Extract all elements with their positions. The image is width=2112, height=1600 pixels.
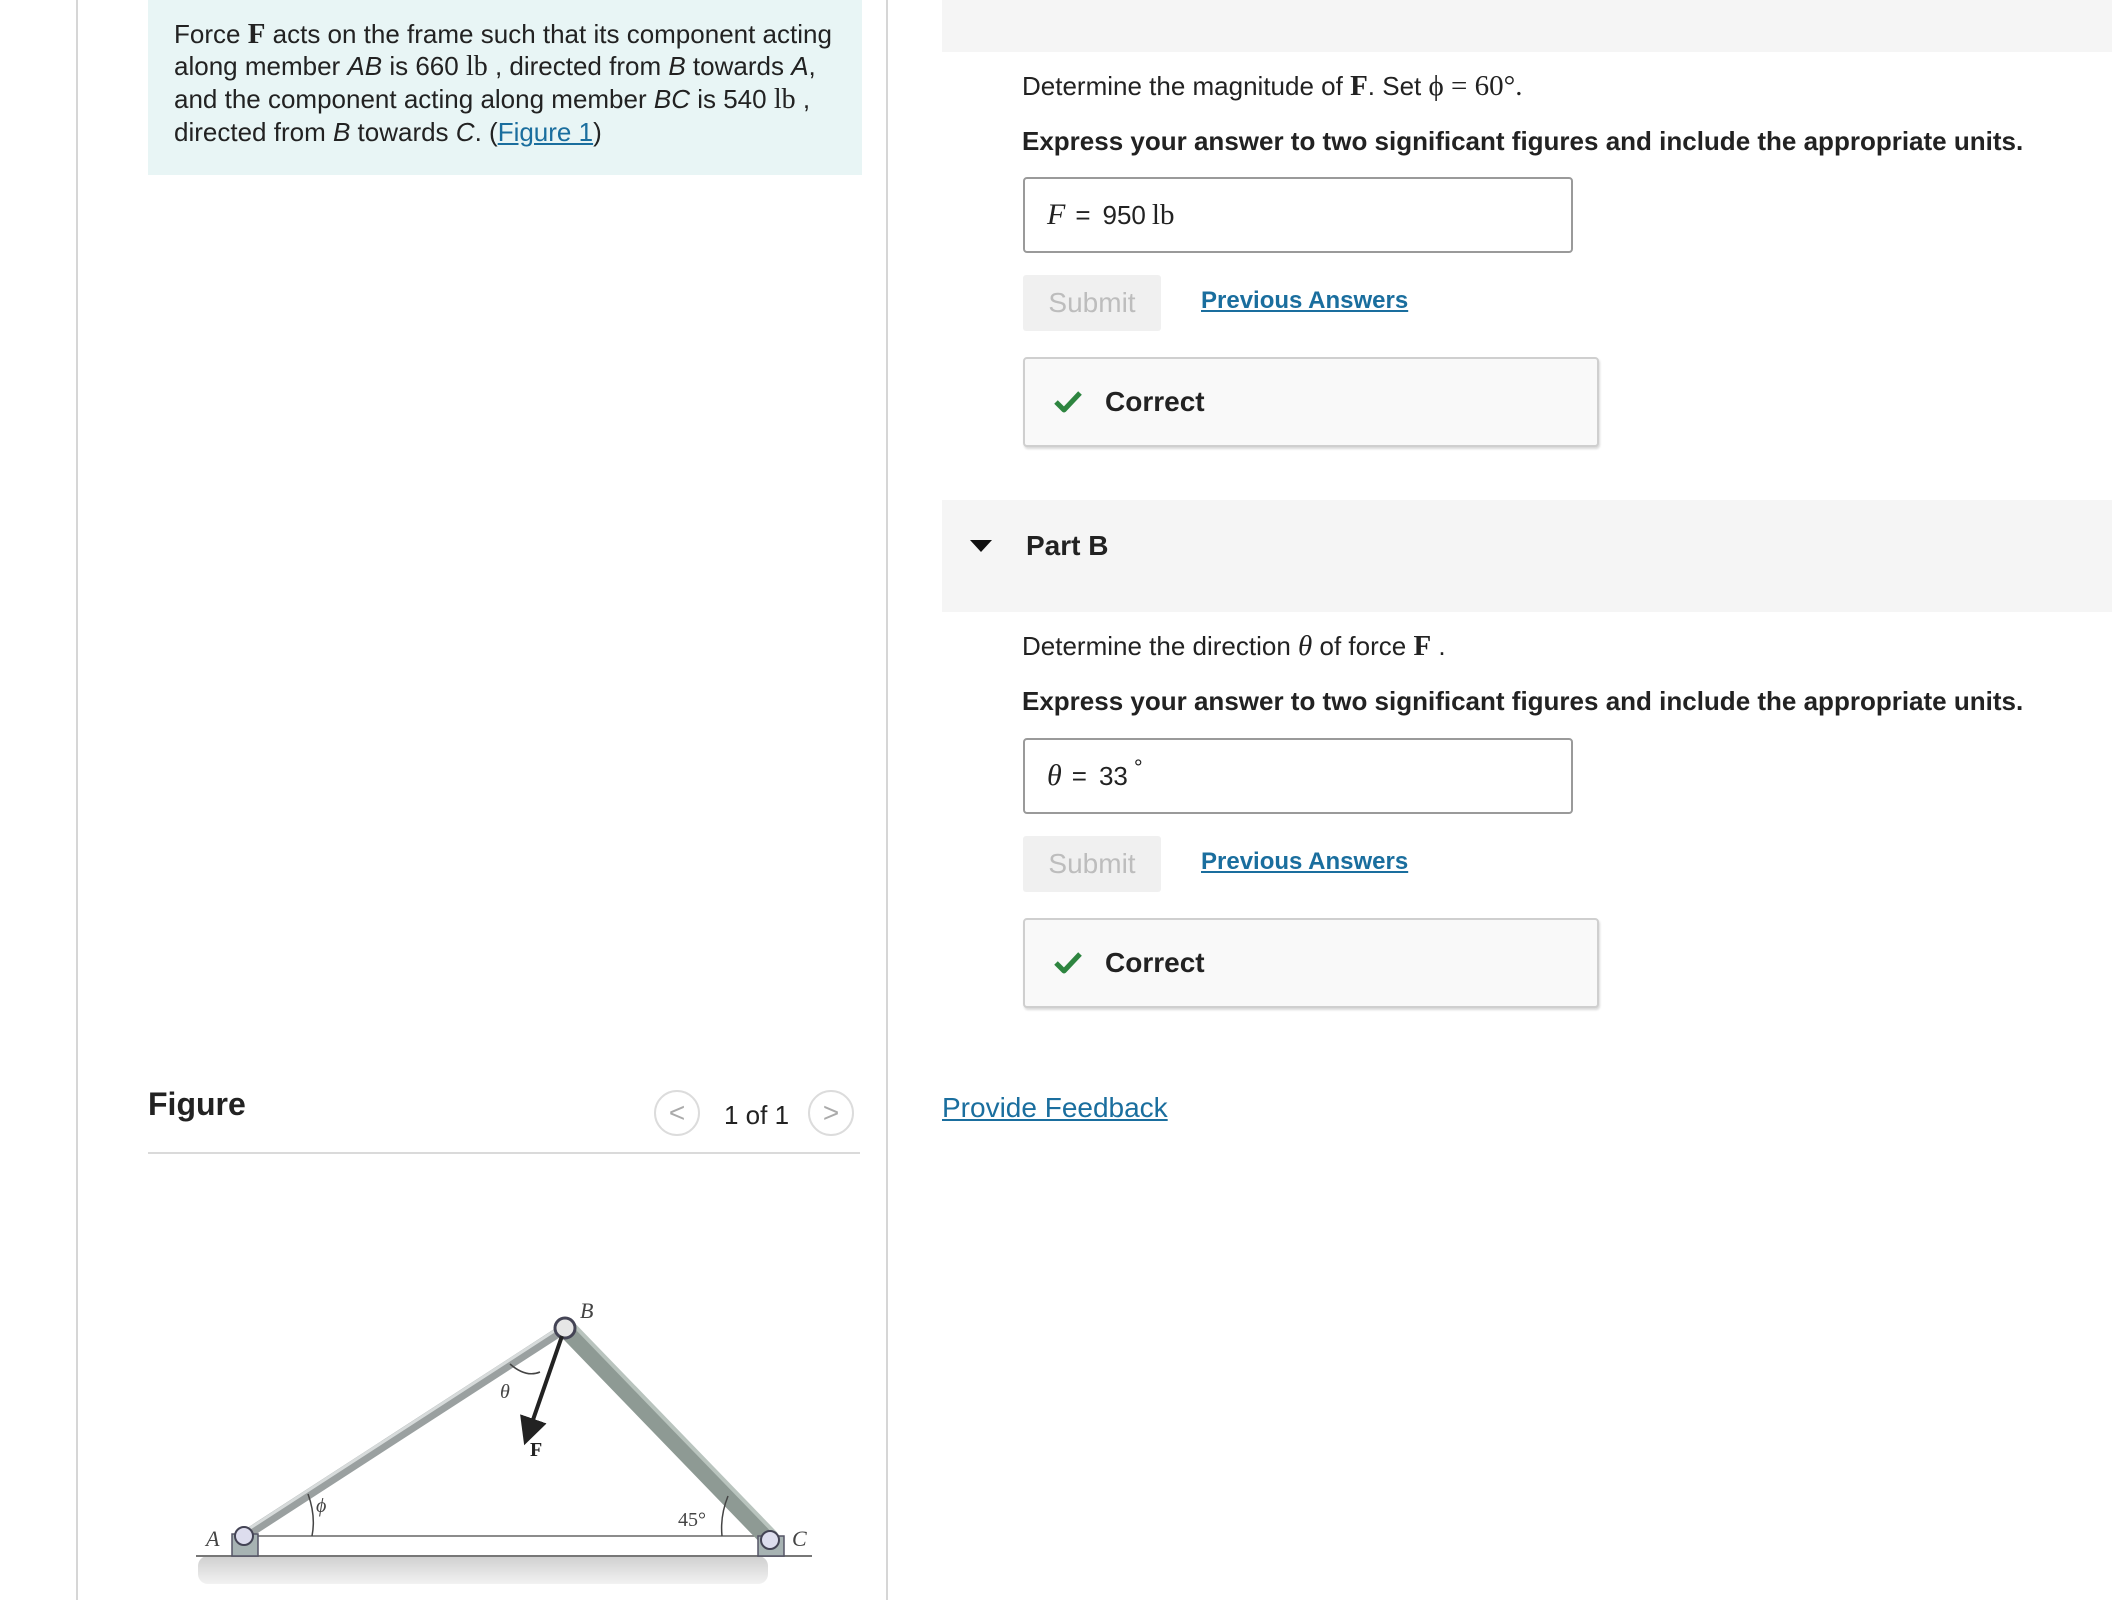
- figure-title: Figure: [148, 1086, 246, 1122]
- chevron-left-icon: <: [668, 1097, 686, 1128]
- unit-lb: lb: [465, 51, 488, 82]
- statement-text: . (: [474, 117, 498, 147]
- phi-arc: [307, 1493, 315, 1537]
- equals-sign: =: [1071, 760, 1087, 791]
- member-ab-highlight: [243, 1322, 566, 1534]
- statement-text: Force: [174, 19, 248, 49]
- provide-feedback-link[interactable]: Provide Feedback: [942, 1092, 1168, 1124]
- pin-c: [760, 1530, 780, 1550]
- statement-text: is 660: [382, 51, 466, 81]
- label-c: C: [792, 1526, 807, 1551]
- label-theta: θ: [500, 1381, 510, 1403]
- prompt-text: .: [1431, 631, 1446, 661]
- part-b-instruction: Express your answer to two significant f…: [1022, 686, 2024, 716]
- unit-lb: lb: [773, 84, 796, 115]
- member-ab: [239, 1323, 570, 1541]
- member-ab-label: AB: [347, 51, 383, 81]
- figure-prev-button[interactable]: <: [654, 1090, 700, 1136]
- prompt-text: Determine the direction: [1022, 631, 1299, 661]
- prompt-text: of force: [1312, 631, 1414, 661]
- statement-text: , directed from: [487, 51, 669, 81]
- statement-text: ): [593, 117, 602, 147]
- part-b-prompt: Determine the direction θ of force F .: [1022, 630, 1446, 663]
- phi-value: ϕ = 60°.: [1428, 70, 1523, 102]
- ground: [198, 1556, 768, 1584]
- figure-next-button[interactable]: >: [808, 1090, 854, 1136]
- left-border: [76, 0, 78, 1600]
- figure-link[interactable]: Figure 1: [498, 117, 593, 147]
- point-c-label: C: [455, 117, 475, 147]
- answer-unit: °: [1133, 755, 1143, 780]
- label-a: A: [204, 1526, 220, 1551]
- label-phi: ϕ: [316, 1495, 326, 1517]
- part-b-header-band: [942, 500, 2112, 612]
- part-a-submit-button[interactable]: Submit: [1023, 275, 1161, 331]
- label-f: F: [530, 1439, 542, 1461]
- part-b-answer-field[interactable]: θ = 33 °: [1023, 738, 1573, 814]
- statement-text: towards: [350, 117, 456, 147]
- part-a-prompt: Determine the magnitude of F. Set ϕ = 60…: [1022, 70, 1522, 103]
- part-a-header-band: [942, 0, 2112, 52]
- point-a-label: A: [791, 51, 809, 81]
- status-text: Correct: [1105, 386, 1205, 417]
- part-b-previous-answers-link[interactable]: Previous Answers: [1201, 848, 1408, 876]
- prompt-text: . Set: [1367, 71, 1429, 101]
- pin-b: [553, 1316, 577, 1340]
- answer-value: 950: [1102, 199, 1146, 230]
- status-text: Correct: [1105, 947, 1205, 978]
- part-a-instruction: Express your answer to two significant f…: [1022, 126, 2024, 156]
- label-45: 45°: [678, 1509, 706, 1531]
- answer-variable: F: [1047, 198, 1066, 231]
- equals-sign: =: [1075, 199, 1091, 230]
- statement-text: is 540: [689, 84, 774, 114]
- part-a-previous-answers-link[interactable]: Previous Answers: [1201, 287, 1408, 315]
- answer-value: 33: [1098, 760, 1128, 791]
- force-symbol: F: [1413, 630, 1432, 662]
- part-a-feedback: Correct: [1023, 357, 1599, 447]
- statement-text: towards: [685, 51, 792, 81]
- point-b-label: B: [668, 51, 686, 81]
- caret-down-icon[interactable]: [970, 540, 992, 552]
- part-a-answer-field[interactable]: F = 950 lb: [1023, 177, 1573, 253]
- answer-unit: lb: [1151, 198, 1175, 231]
- member-bc-highlight: [569, 1320, 778, 1536]
- chevron-right-icon: >: [822, 1097, 840, 1128]
- label-b: B: [580, 1298, 593, 1323]
- part-b-feedback: Correct: [1023, 918, 1599, 1008]
- point-b-label: B: [332, 117, 351, 147]
- checkmark-icon: [1054, 952, 1082, 974]
- problem-statement: Force F acts on the frame such that its …: [148, 0, 862, 175]
- part-b-title[interactable]: Part B: [1026, 530, 1108, 562]
- pin-a: [234, 1526, 254, 1546]
- column-divider: [886, 0, 888, 1600]
- force-symbol: F: [1350, 70, 1368, 102]
- answer-variable: θ: [1047, 759, 1062, 792]
- figure-divider: [148, 1152, 860, 1154]
- prompt-text: Determine the magnitude of: [1022, 71, 1351, 101]
- figure-pager: 1 of 1: [724, 1100, 790, 1130]
- member-bc-label: BC: [653, 84, 690, 114]
- force-symbol: F: [247, 18, 266, 50]
- theta-symbol: θ: [1298, 630, 1313, 662]
- frame-figure: A B C F θ ϕ 45°: [196, 1298, 812, 1584]
- checkmark-icon: [1054, 391, 1082, 413]
- part-b-submit-button[interactable]: Submit: [1023, 836, 1161, 892]
- member-bc: [556, 1319, 779, 1549]
